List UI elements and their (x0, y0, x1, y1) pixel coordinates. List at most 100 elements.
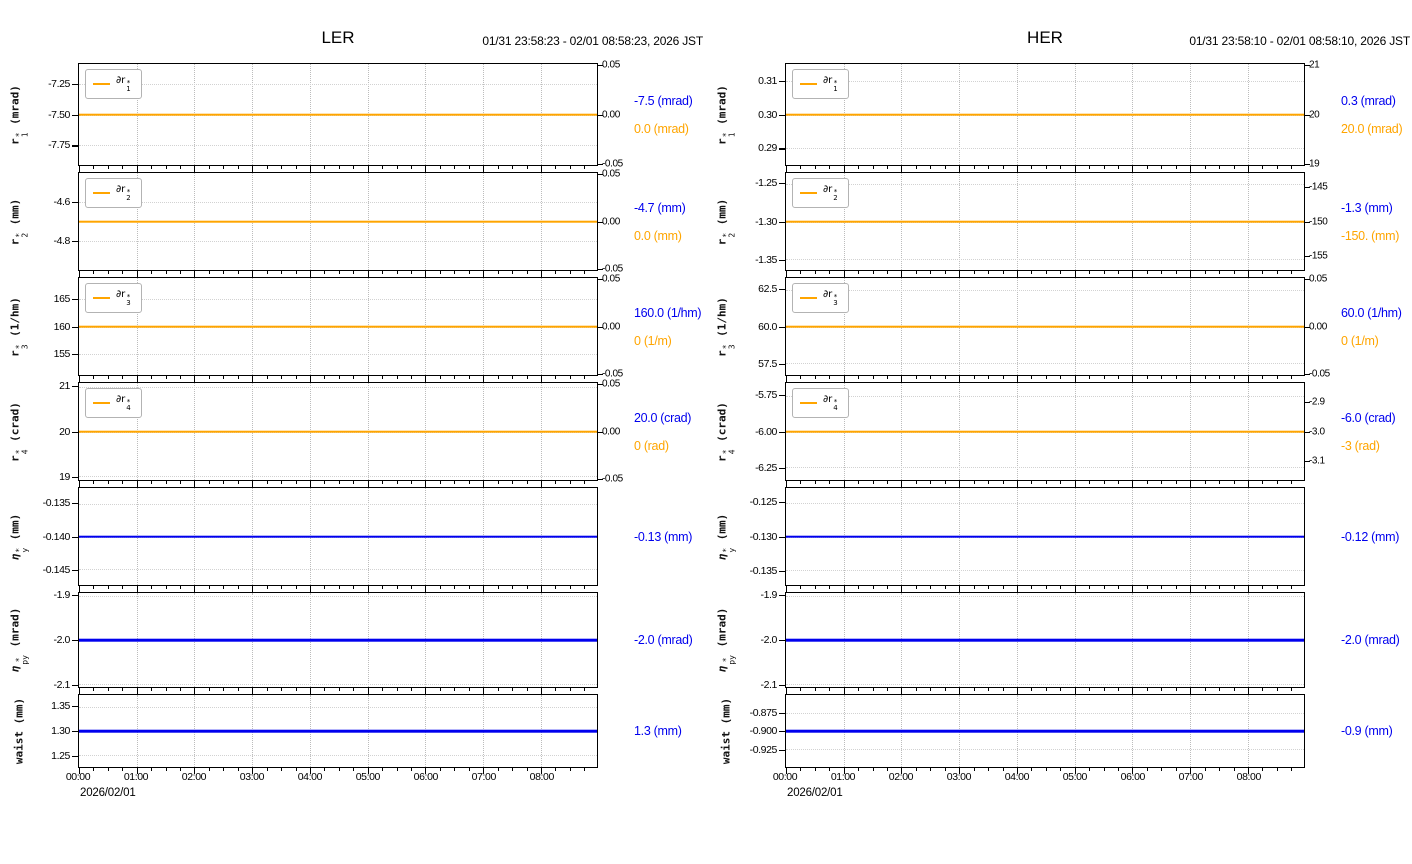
x-minor-tick (1262, 271, 1264, 274)
y-tick-mark (72, 570, 78, 572)
x-minor-tick (872, 688, 874, 691)
x-minor-tick (872, 481, 874, 484)
grid-line-h (79, 755, 597, 757)
x-minor-tick (930, 586, 932, 589)
right-tick-mark (1305, 461, 1310, 463)
grid-line-h (786, 395, 1304, 397)
x-minor-tick (1045, 768, 1047, 771)
x-minor-tick (497, 376, 499, 379)
y-axis-label-r3: r * 3 (1/hm) (9, 297, 30, 357)
x-minor-tick (1233, 166, 1235, 169)
y-tick-label: -0.125 (749, 495, 778, 508)
grid-line-h (79, 569, 597, 571)
data-line-r2 (79, 220, 597, 223)
x-minor-tick (1089, 688, 1091, 691)
x-minor-tick (1089, 586, 1091, 589)
annotation-value: -4.7 (mm) (634, 200, 686, 215)
x-minor-tick (107, 376, 109, 379)
right-tick-mark (598, 431, 603, 433)
label-subscript: 2 (727, 232, 737, 238)
x-minor-tick (915, 166, 917, 169)
x-minor-tick (1103, 768, 1105, 771)
y-tick-mark (72, 536, 78, 538)
legend-line-swatch (93, 191, 110, 194)
x-minor-tick (930, 166, 932, 169)
label-unit: (mm) (12, 697, 26, 731)
y-tick-label: -1.35 (755, 254, 777, 267)
x-minor-tick (266, 376, 268, 379)
y-tick-mark (72, 731, 78, 733)
x-minor-tick (1204, 586, 1206, 589)
x-minor-tick (338, 768, 340, 771)
grid-line-h (786, 467, 1304, 469)
x-minor-tick (180, 688, 182, 691)
annotation-value: 0.0 (mrad) (634, 121, 689, 136)
x-minor-tick (1291, 768, 1293, 771)
annotation-value: -0.12 (mm) (1341, 529, 1400, 544)
right-tick-mark (598, 479, 603, 481)
x-minor-tick (584, 376, 586, 379)
x-minor-tick (165, 166, 167, 169)
x-minor-tick (468, 166, 470, 169)
right-tick-mark (598, 114, 603, 116)
y-tick-mark (779, 712, 785, 714)
y-tick-label: -2.1 (53, 679, 71, 692)
x-minor-tick (1103, 481, 1105, 484)
x-minor-tick (151, 271, 153, 274)
x-tick-label: 07:00 (1178, 771, 1204, 783)
y-axis-label-r1: r * 1 (mrad) (9, 85, 30, 145)
right-tick-mark (1305, 431, 1310, 433)
x-minor-tick (1161, 586, 1163, 589)
label-subscript: 2 (833, 193, 838, 202)
grid-line-h (79, 202, 597, 204)
x-minor-tick (800, 586, 802, 589)
x-minor-tick (208, 376, 210, 379)
x-minor-tick (295, 376, 297, 379)
x-minor-tick (396, 376, 398, 379)
label-subscript: 2 (126, 193, 131, 202)
label-subsup: * 2 (126, 189, 131, 202)
right-tick-mark (1305, 186, 1310, 189)
x-minor-tick (930, 376, 932, 379)
grid-line-h (79, 684, 597, 686)
y-tick-label: -6.25 (755, 462, 777, 475)
x-minor-tick (338, 688, 340, 691)
x-minor-tick (858, 481, 860, 484)
grid-line-h (79, 706, 597, 708)
plot-area-waist (78, 694, 598, 774)
x-minor-tick (988, 166, 990, 169)
y-tick-mark (72, 756, 78, 758)
x-minor-tick (295, 271, 297, 274)
right-tick-mark (1305, 221, 1310, 223)
x-minor-tick (944, 376, 946, 379)
y-tick-mark (779, 288, 785, 291)
x-minor-tick (324, 271, 326, 274)
label-unit: (mrad) (8, 84, 22, 131)
x-minor-tick (887, 586, 889, 589)
annotation-value: 20.0 (mrad) (1341, 121, 1403, 136)
x-minor-tick (512, 166, 514, 169)
grid-line-h (79, 240, 597, 242)
x-minor-tick (930, 271, 932, 274)
x-minor-tick (915, 688, 917, 691)
data-line-waist (79, 729, 597, 733)
x-minor-tick (122, 376, 124, 379)
label-subsup: * y (722, 547, 737, 552)
annotation-value: 0 (1/m) (634, 333, 672, 348)
y-tick-mark (779, 326, 785, 328)
x-minor-tick (829, 271, 831, 274)
plot-area-r2: ∂r * 2 (785, 172, 1305, 277)
x-minor-tick (1233, 376, 1235, 379)
x-minor-tick (1204, 166, 1206, 169)
label-subsup: * 1 (833, 80, 837, 93)
x-minor-tick (107, 166, 109, 169)
annotation-value: -1.3 (mm) (1341, 200, 1393, 215)
x-minor-tick (324, 376, 326, 379)
y-axis-label-etay: η * y (mm) (9, 513, 30, 560)
x-minor-tick (555, 481, 557, 484)
x-minor-tick (122, 166, 124, 169)
data-line-r4 (79, 430, 597, 433)
x-minor-tick (944, 166, 946, 169)
data-line-etay (786, 535, 1304, 538)
y-tick-mark (779, 114, 785, 116)
